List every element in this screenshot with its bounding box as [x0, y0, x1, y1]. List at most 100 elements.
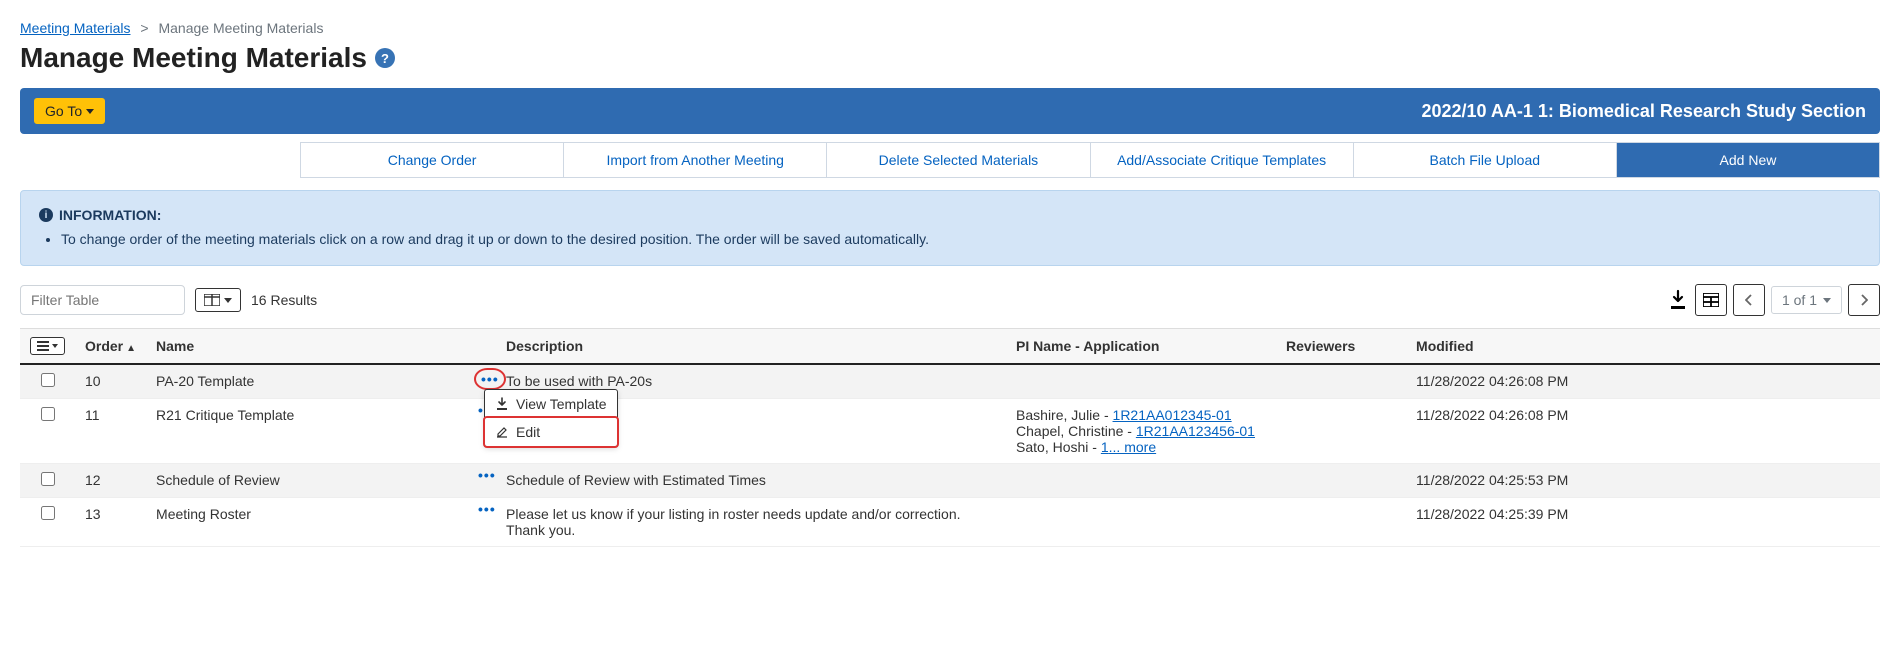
column-chooser-button[interactable]: [195, 288, 241, 312]
col-name[interactable]: Name: [146, 329, 496, 365]
table-row[interactable]: 12Schedule of Review•••Schedule of Revie…: [20, 464, 1880, 498]
top-bar: Go To 2022/10 AA-1 1: Biomedical Researc…: [20, 88, 1880, 134]
edit-item[interactable]: Edit: [485, 418, 617, 446]
cell-pi: Bashire, Julie - 1R21AA012345-01Chapel, …: [1006, 399, 1276, 464]
col-order[interactable]: Order▲: [75, 329, 146, 365]
pi-entry: Chapel, Christine - 1R21AA123456-01: [1016, 423, 1266, 439]
results-count: 16 Results: [251, 292, 317, 308]
caret-down-icon: [86, 109, 94, 114]
grid-icon: [1703, 293, 1719, 307]
cell-description: •••To be used with PA-20sView TemplateEd…: [496, 364, 1006, 399]
view-template-item[interactable]: View Template: [485, 390, 617, 418]
info-heading: i INFORMATION:: [39, 207, 1861, 223]
row-actions-menu: View Template Edit: [484, 389, 618, 447]
cell-reviewers: [1276, 498, 1406, 547]
sort-asc-icon: ▲: [126, 343, 136, 354]
chevron-right-icon: [1860, 294, 1868, 306]
row-checkbox[interactable]: [41, 407, 55, 421]
edit-label: Edit: [516, 424, 540, 440]
cell-order: 10: [75, 364, 146, 399]
pi-name: Chapel, Christine: [1016, 423, 1123, 439]
change-order-button[interactable]: Change Order: [301, 143, 564, 177]
add-associate-button[interactable]: Add/Associate Critique Templates: [1091, 143, 1354, 177]
import-button[interactable]: Import from Another Meeting: [564, 143, 827, 177]
action-bar: Change Order Import from Another Meeting…: [300, 142, 1880, 178]
download-icon: [495, 397, 509, 411]
row-checkbox[interactable]: [41, 472, 55, 486]
materials-table: Order▲ Name Description PI Name - Applic…: [20, 328, 1880, 547]
goto-label: Go To: [45, 103, 82, 119]
columns-icon: [204, 294, 220, 306]
application-link[interactable]: 1: [1101, 439, 1109, 455]
pi-name: Sato, Hoshi: [1016, 439, 1088, 455]
col-description[interactable]: Description: [496, 329, 1006, 365]
delete-selected-button[interactable]: Delete Selected Materials: [827, 143, 1090, 177]
pager: 1 of 1: [1667, 284, 1880, 316]
pi-entry: Bashire, Julie - 1R21AA012345-01: [1016, 407, 1266, 423]
section-title: 2022/10 AA-1 1: Biomedical Research Stud…: [1421, 101, 1866, 122]
breadcrumb-link[interactable]: Meeting Materials: [20, 20, 131, 36]
description-text: Schedule of Review with Estimated Times: [506, 472, 766, 488]
cell-modified: 11/28/2022 04:26:08 PM: [1406, 399, 1880, 464]
menu-icon: [37, 341, 49, 351]
cell-name: Schedule of Review: [146, 464, 496, 498]
row-actions-button[interactable]: •••: [474, 368, 506, 390]
description-text: Please let us know if your listing in ro…: [506, 506, 960, 538]
cell-description: •••Schedule of Review with Estimated Tim…: [496, 464, 1006, 498]
cell-reviewers: [1276, 399, 1406, 464]
cell-modified: 11/28/2022 04:26:08 PM: [1406, 364, 1880, 399]
info-icon: i: [39, 208, 53, 222]
table-menu-button[interactable]: [30, 337, 65, 355]
col-modified[interactable]: Modified: [1406, 329, 1880, 365]
table-row[interactable]: 10PA-20 Template•••To be used with PA-20…: [20, 364, 1880, 399]
caret-down-icon: [1823, 298, 1831, 303]
cell-reviewers: [1276, 464, 1406, 498]
breadcrumb-separator: >: [140, 20, 148, 36]
prev-page-button[interactable]: [1733, 284, 1765, 316]
batch-upload-button[interactable]: Batch File Upload: [1354, 143, 1617, 177]
add-new-button[interactable]: Add New: [1617, 143, 1879, 177]
info-label: INFORMATION:: [59, 207, 161, 223]
row-checkbox[interactable]: [41, 506, 55, 520]
col-pi[interactable]: PI Name - Application: [1006, 329, 1276, 365]
download-icon[interactable]: [1667, 289, 1689, 311]
table-row[interactable]: 11R21 Critique Template•••ationsBashire,…: [20, 399, 1880, 464]
breadcrumb: Meeting Materials > Manage Meeting Mater…: [20, 20, 1880, 36]
caret-down-icon: [52, 344, 58, 348]
col-reviewers[interactable]: Reviewers: [1276, 329, 1406, 365]
cell-pi: [1006, 498, 1276, 547]
more-link[interactable]: ... more: [1109, 439, 1156, 455]
cell-order: 12: [75, 464, 146, 498]
description-text: To be used with PA-20s: [506, 373, 652, 389]
page-selector[interactable]: 1 of 1: [1771, 286, 1842, 314]
cell-order: 13: [75, 498, 146, 547]
filter-input[interactable]: [20, 285, 185, 315]
cell-name: PA-20 Template: [146, 364, 496, 399]
row-actions-button[interactable]: •••: [474, 467, 500, 483]
table-row[interactable]: 13Meeting Roster•••Please let us know if…: [20, 498, 1880, 547]
pi-name: Bashire, Julie: [1016, 407, 1100, 423]
row-actions-button[interactable]: •••: [474, 501, 500, 517]
cell-description: •••Please let us know if your listing in…: [496, 498, 1006, 547]
caret-down-icon: [224, 298, 232, 303]
application-link[interactable]: 1R21AA123456-01: [1136, 423, 1255, 439]
view-template-label: View Template: [516, 396, 607, 412]
edit-icon: [495, 425, 509, 439]
help-icon[interactable]: ?: [375, 48, 395, 68]
cell-modified: 11/28/2022 04:25:53 PM: [1406, 464, 1880, 498]
row-checkbox[interactable]: [41, 373, 55, 387]
page-label: 1 of 1: [1782, 292, 1817, 308]
cell-modified: 11/28/2022 04:25:39 PM: [1406, 498, 1880, 547]
cell-reviewers: [1276, 364, 1406, 399]
breadcrumb-current: Manage Meeting Materials: [158, 20, 323, 36]
next-page-button[interactable]: [1848, 284, 1880, 316]
row-menu-header: [20, 329, 75, 365]
application-link[interactable]: 1R21AA012345-01: [1113, 407, 1232, 423]
info-box: i INFORMATION: To change order of the me…: [20, 190, 1880, 266]
goto-button[interactable]: Go To: [34, 98, 105, 124]
table-toolbar: 16 Results 1 of 1: [20, 284, 1880, 316]
page-title: Manage Meeting Materials ?: [20, 42, 1880, 74]
grid-view-button[interactable]: [1695, 284, 1727, 316]
cell-name: R21 Critique Template: [146, 399, 496, 464]
info-bullet: To change order of the meeting materials…: [61, 231, 1861, 247]
